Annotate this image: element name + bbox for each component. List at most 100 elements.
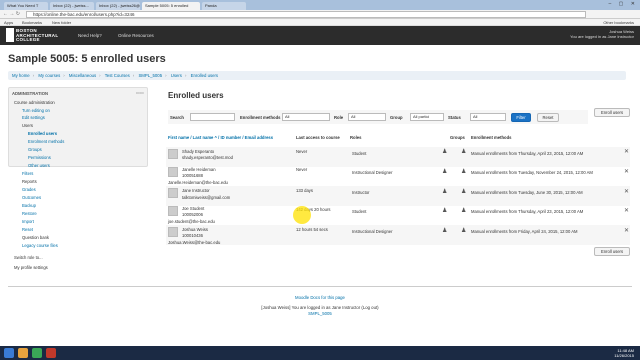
- sidebar-groups[interactable]: Groups: [28, 147, 42, 152]
- system-clock[interactable]: 11:48 AM 11/26/2015: [614, 348, 634, 358]
- explorer-icon[interactable]: [18, 348, 28, 358]
- browser-tab[interactable]: Inbox (22) - jweiss...: [50, 2, 94, 10]
- enrol-method: Manual enrollments from Thursday, April …: [471, 151, 584, 156]
- role-value: Instructional Designer: [352, 229, 393, 234]
- role-value: Student: [352, 151, 367, 156]
- column-roles: Roles: [350, 135, 362, 140]
- sidebar-switch-role[interactable]: Switch role to...: [14, 255, 43, 260]
- enrol-method: Manual enrollments from Thursday, April …: [471, 209, 584, 214]
- breadcrumb-users[interactable]: Users: [171, 73, 182, 78]
- sidebar-reports[interactable]: Reports: [22, 179, 37, 184]
- college-logo-text[interactable]: BOSTON ARCHITECTURAL COLLEGE: [16, 28, 58, 43]
- user-name[interactable]: Joe Student: [182, 206, 204, 211]
- footer-course-link[interactable]: SMPL_5005: [0, 311, 640, 317]
- login-info: [Joshua Weiss] You are logged in as Jane…: [0, 305, 640, 317]
- sidebar-other-users[interactable]: Other users: [28, 163, 50, 168]
- filter-button[interactable]: Filter: [511, 113, 531, 122]
- bookmark-bookmarks[interactable]: Bookmarks: [22, 19, 42, 26]
- status-label: Status: [448, 115, 461, 120]
- breadcrumb-course[interactable]: SMPL_5005: [138, 73, 162, 78]
- column-last-access[interactable]: Last access to course: [296, 135, 344, 140]
- sidebar-enrolled-users[interactable]: Enrolled users: [28, 131, 57, 136]
- unenrol-icon[interactable]: ✕: [624, 188, 629, 195]
- group-icon[interactable]: ♟: [461, 188, 466, 195]
- sidebar-legacy-files[interactable]: Legacy course files: [22, 243, 58, 248]
- sidebar-enrolment-methods[interactable]: Enrolment methods: [28, 139, 64, 144]
- url-input[interactable]: https://online.the-bac.edu/enrol/users.p…: [26, 11, 586, 18]
- nav-arrows-icon[interactable]: ← → ↻: [3, 11, 20, 17]
- start-icon[interactable]: [4, 348, 14, 358]
- sidebar-profile-settings[interactable]: My profile settings: [14, 265, 48, 270]
- sidebar-users[interactable]: Users: [22, 123, 33, 128]
- assign-role-icon[interactable]: ♟: [442, 227, 447, 234]
- group-icon[interactable]: ♟: [461, 168, 466, 175]
- group-icon[interactable]: ♟: [461, 227, 466, 234]
- enrol-method: Manual enrollments from Tuesday, June 30…: [471, 190, 583, 195]
- user-name[interactable]: Shady Esperanto: [182, 149, 214, 154]
- bookmark-other[interactable]: Other bookmarks: [603, 19, 634, 26]
- user-name[interactable]: Janelle Heideman: [182, 167, 216, 172]
- admin-heading: ADMINISTRATION: [12, 91, 48, 96]
- reset-button[interactable]: Reset: [537, 113, 559, 122]
- sidebar-question-bank[interactable]: Question bank: [22, 235, 49, 240]
- user-name[interactable]: Joshua Weiss: [182, 227, 208, 232]
- assign-role-icon[interactable]: ♟: [442, 188, 447, 195]
- bookmark-new-folder[interactable]: New folder: [52, 19, 71, 26]
- sidebar-filters[interactable]: Filters: [22, 171, 33, 176]
- user-name[interactable]: Jane Instructor: [182, 188, 210, 193]
- assign-role-icon[interactable]: ♟: [442, 207, 447, 214]
- chrome-icon[interactable]: [32, 348, 42, 358]
- college-logo-icon[interactable]: [6, 28, 14, 42]
- sidebar-backup[interactable]: Backup: [22, 203, 36, 208]
- avatar[interactable]: [168, 188, 178, 198]
- enrol-methods-select[interactable]: All: [282, 113, 330, 121]
- breadcrumb-enrolled[interactable]: Enrolled users: [191, 73, 218, 78]
- enroll-users-button-top[interactable]: Enroll users: [594, 108, 630, 117]
- column-groups: Groups: [450, 135, 465, 140]
- sidebar-restore[interactable]: Restore: [22, 211, 37, 216]
- sidebar-turn-editing[interactable]: Turn editing on: [22, 108, 50, 113]
- moodle-docs-link[interactable]: Moodle Docs for this page: [0, 295, 640, 300]
- breadcrumb-test[interactable]: Test Courses: [105, 73, 130, 78]
- breadcrumb-misc[interactable]: Miscellaneous: [69, 73, 96, 78]
- column-name[interactable]: First name / Last name ^ / ID number / E…: [168, 135, 288, 140]
- sidebar-permissions[interactable]: Permissions: [28, 155, 51, 160]
- bookmark-apps[interactable]: Apps: [4, 19, 13, 26]
- avatar[interactable]: [168, 227, 178, 237]
- browser-tab[interactable]: What You Need T: [4, 2, 48, 10]
- enroll-users-button-bottom[interactable]: Enroll users: [594, 247, 630, 256]
- avatar[interactable]: [168, 149, 178, 159]
- browser-tab-active[interactable]: Sample 5005: 5 enrolled: [142, 2, 200, 10]
- role-select[interactable]: All: [348, 113, 386, 121]
- browser-tab[interactable]: Inbox (22) - jweiss26@g...: [96, 2, 140, 10]
- sidebar-course-admin[interactable]: Course administration: [14, 100, 55, 105]
- sidebar-edit-settings[interactable]: Edit settings: [22, 115, 45, 120]
- sidebar-import[interactable]: Import: [22, 219, 34, 224]
- group-icon[interactable]: ♟: [461, 148, 466, 155]
- user-menu[interactable]: Joshua Weiss You are logged in as Jane In…: [570, 29, 634, 39]
- breadcrumb-courses[interactable]: My courses: [38, 73, 60, 78]
- block-controls-icon[interactable]: ▭▭: [136, 90, 144, 95]
- assign-role-icon[interactable]: ♟: [442, 148, 447, 155]
- sidebar-reset[interactable]: Reset: [22, 227, 33, 232]
- search-input[interactable]: [190, 113, 235, 121]
- window-controls-icon[interactable]: – ▢ ✕: [609, 1, 638, 7]
- unenrol-icon[interactable]: ✕: [624, 148, 629, 155]
- unenrol-icon[interactable]: ✕: [624, 207, 629, 214]
- bookmarks-bar: Apps Bookmarks New folder Other bookmark…: [0, 19, 640, 26]
- group-icon[interactable]: ♟: [461, 207, 466, 214]
- group-select[interactable]: All partici: [410, 113, 444, 121]
- unenrol-icon[interactable]: ✕: [624, 227, 629, 234]
- unenrol-icon[interactable]: ✕: [624, 168, 629, 175]
- assign-role-icon[interactable]: ♟: [442, 168, 447, 175]
- need-help-link[interactable]: Need Help?: [78, 33, 102, 38]
- status-select[interactable]: All: [470, 113, 506, 121]
- online-resources-link[interactable]: Online Resources: [118, 33, 154, 38]
- sidebar-outcomes[interactable]: Outcomes: [22, 195, 41, 200]
- sidebar-grades[interactable]: Grades: [22, 187, 36, 192]
- breadcrumb-home[interactable]: My home: [12, 73, 30, 78]
- app-icon[interactable]: [46, 348, 56, 358]
- avatar[interactable]: [168, 206, 178, 216]
- browser-tab[interactable]: Panda: [202, 2, 246, 10]
- avatar[interactable]: [168, 167, 178, 177]
